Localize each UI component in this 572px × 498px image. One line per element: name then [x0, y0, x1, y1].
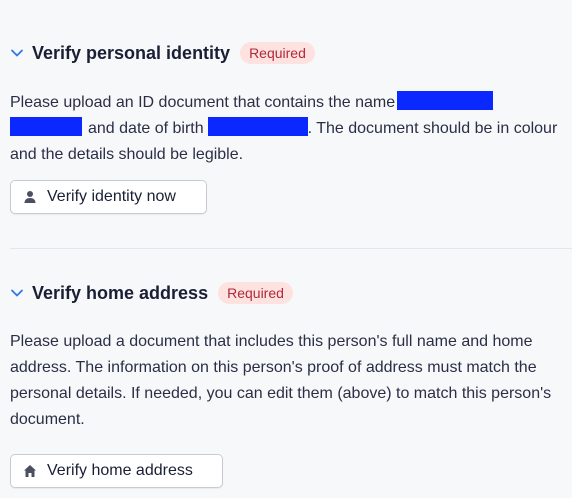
chevron-down-icon[interactable]	[10, 286, 24, 300]
address-section-header[interactable]: Verify home address Required	[10, 282, 293, 304]
identity-section-header[interactable]: Verify personal identity Required	[10, 42, 315, 64]
home-icon	[23, 464, 37, 478]
required-badge: Required	[240, 42, 315, 64]
redacted-name-box	[397, 91, 494, 110]
required-badge: Required	[218, 282, 293, 304]
identity-text-part2: and date of birth	[88, 120, 204, 137]
redacted-dob-box	[207, 117, 308, 136]
identity-section-title: Verify personal identity	[32, 42, 231, 63]
identity-section: Verify personal identity Required Please…	[0, 0, 572, 248]
verify-identity-button-label: Verify identity now	[47, 188, 176, 205]
person-icon	[23, 190, 37, 204]
address-instructions: Please upload a document that includes t…	[10, 333, 552, 428]
verify-home-address-button-label: Verify home address	[47, 462, 193, 479]
identity-instructions: Please upload an ID document that contai…	[10, 90, 560, 168]
verify-home-address-button[interactable]: Verify home address	[10, 454, 223, 488]
redacted-name-box-continued	[10, 117, 82, 136]
chevron-down-icon[interactable]	[10, 46, 24, 60]
identity-text-part1: Please upload an ID document that contai…	[10, 94, 396, 111]
address-section-title: Verify home address	[32, 282, 209, 303]
address-section: Verify home address Required Please uplo…	[0, 249, 572, 498]
verify-identity-button[interactable]: Verify identity now	[10, 180, 207, 214]
